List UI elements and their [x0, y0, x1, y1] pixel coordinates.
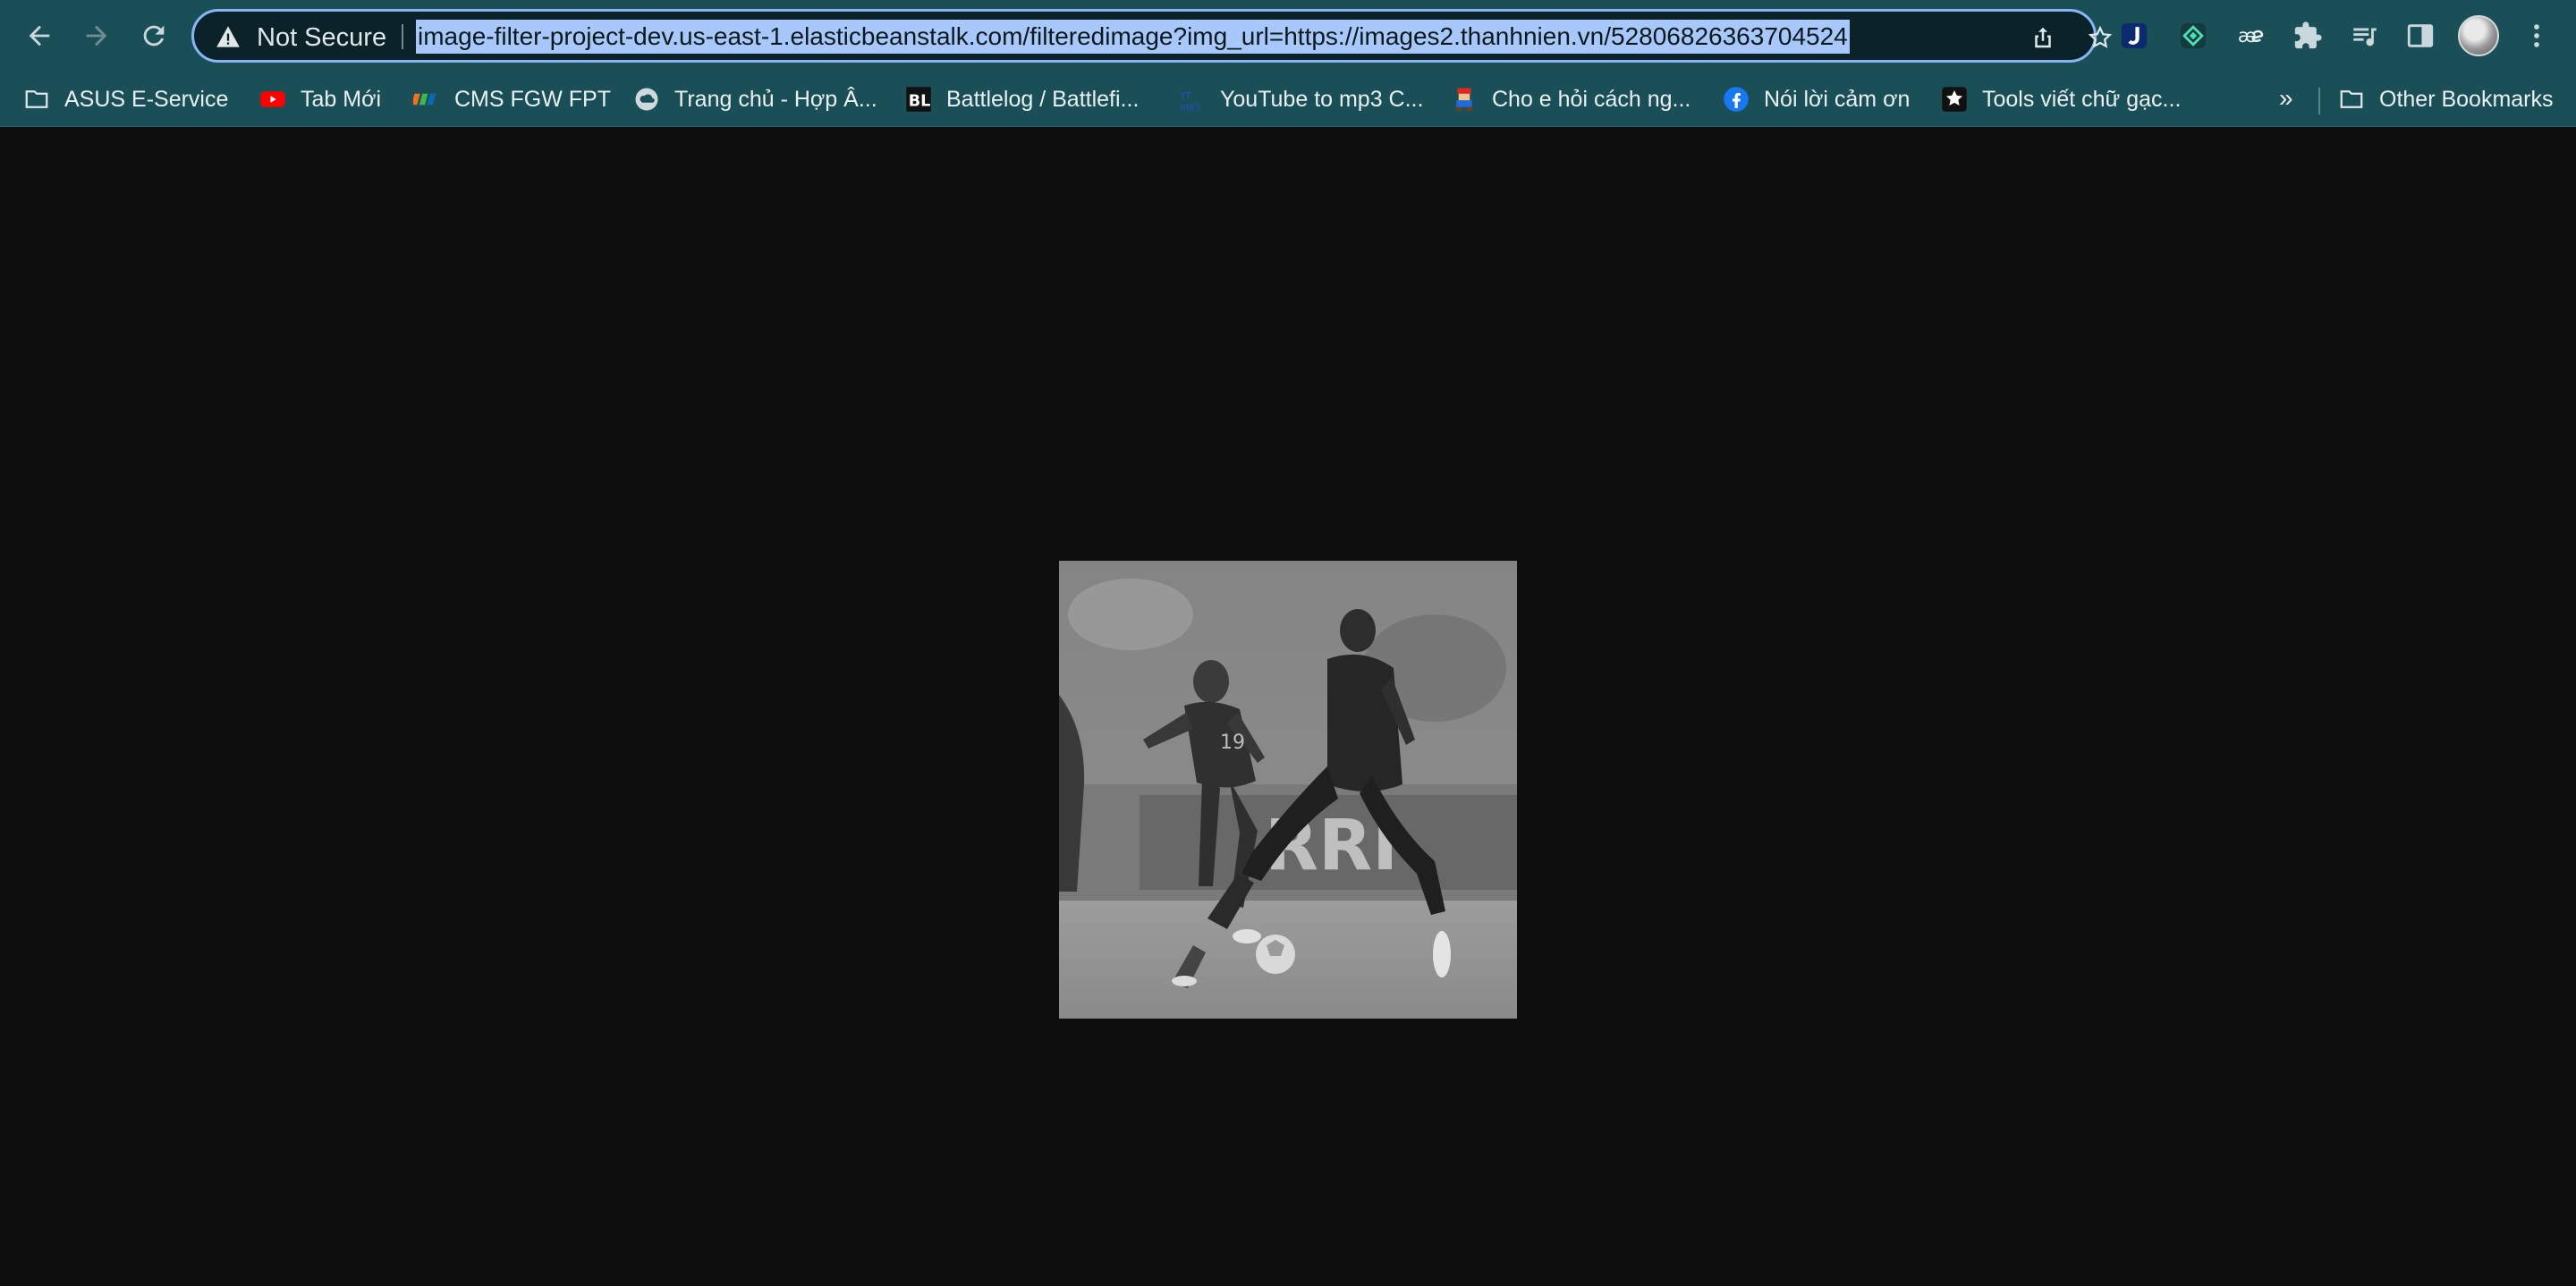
j-extension-icon: [2121, 22, 2148, 49]
svg-text:æ: æ: [2238, 25, 2257, 47]
bookmark-noi-loi-cam-on[interactable]: Nói lời cảm ơn: [1723, 80, 1910, 118]
bookmark-label: YouTube to mp3 C...: [1220, 86, 1424, 112]
bookmark-label: Other Bookmarks: [2379, 86, 2554, 112]
diamond-extension-button[interactable]: [2172, 14, 2215, 57]
bookmark-cho-e-hoi[interactable]: Cho e hỏi cách ng...: [1451, 80, 1690, 118]
browser-toolbar: Not Secure image-filter-project-dev.us-e…: [0, 0, 2576, 72]
side-panel-button[interactable]: [2399, 14, 2442, 57]
share-icon: [2035, 27, 2051, 48]
bookmark-cms-fgw-fpt[interactable]: CMS FGW FPT: [413, 80, 611, 118]
grayscale-photo-illustration: RRI 19: [1059, 561, 1517, 1019]
security-status-label[interactable]: Not Secure: [257, 21, 386, 54]
puzzle-icon: [2294, 21, 2322, 49]
ae-extension-button[interactable]: æ: [2229, 14, 2272, 57]
bookmark-label: Cho e hỏi cách ng...: [1492, 86, 1691, 112]
bookmark-trang-chu[interactable]: Trang chủ - Hợp Â...: [633, 80, 877, 118]
ae-extension-icon: æ: [2238, 25, 2264, 47]
bookmark-tab-moi[interactable]: Tab Mới: [259, 80, 381, 118]
svg-text:mp3: mp3: [1180, 102, 1199, 112]
folder-icon: [23, 86, 50, 113]
svg-text:BL: BL: [909, 93, 931, 111]
bookmarks-divider: [2318, 88, 2320, 114]
media-queue-button[interactable]: [2343, 14, 2386, 57]
bookmark-label: Tools viết chữ gạc...: [1982, 86, 2182, 112]
svg-text:19: 19: [1220, 732, 1245, 754]
cloud-icon: [633, 86, 660, 113]
j-extension-button[interactable]: [2113, 14, 2156, 57]
share-button[interactable]: [2028, 22, 2058, 53]
forward-button[interactable]: [72, 11, 122, 61]
facebook-icon: [1723, 86, 1750, 113]
address-bar[interactable]: Not Secure image-filter-project-dev.us-e…: [191, 9, 2113, 63]
bookmark-label: Battlelog / Battlefi...: [946, 86, 1140, 112]
diamond-extension-icon: [2180, 22, 2207, 49]
bookmarks-bar: ASUS E-Service Tab Mới CMS FGW FPT Trang…: [0, 72, 2576, 127]
arrow-left-icon: [29, 25, 50, 47]
bookmark-label: CMS FGW FPT: [454, 86, 611, 112]
mp3-icon: YT mp3: [1179, 86, 1206, 113]
chevron-double-right-icon[interactable]: »: [2279, 84, 2293, 113]
extensions-button[interactable]: [2286, 14, 2329, 57]
fpt-icon: [413, 86, 440, 113]
media-queue-icon: [2353, 28, 2377, 47]
star-box-icon: [1941, 86, 1968, 113]
bookmark-label: Trang chủ - Hợp Â...: [674, 86, 877, 112]
menu-button[interactable]: [2515, 14, 2558, 57]
bookmark-star-button[interactable]: [2085, 22, 2115, 53]
bookmark-label: Nói lời cảm ơn: [1764, 86, 1911, 112]
reload-button[interactable]: [129, 11, 179, 61]
youtube-icon: [259, 86, 286, 113]
warning-triangle-icon[interactable]: [216, 25, 241, 48]
bookmark-label: Tab Mới: [301, 86, 382, 112]
svg-text:YT: YT: [1179, 91, 1191, 101]
bookmark-label: ASUS E-Service: [64, 86, 229, 112]
kebab-menu-icon: [2534, 24, 2539, 47]
bookmark-asus-e-service[interactable]: ASUS E-Service: [23, 80, 228, 118]
back-button[interactable]: [14, 11, 64, 61]
side-panel-icon: [2407, 24, 2434, 47]
star-icon: [2088, 25, 2113, 48]
bookmark-tools-viet-chu[interactable]: Tools viết chữ gạc...: [1941, 80, 2181, 118]
bookmark-youtube-to-mp3[interactable]: YT mp3 YouTube to mp3 C...: [1179, 80, 1423, 118]
arrow-right-icon: [86, 25, 107, 47]
filtered-image: RRI 19: [1059, 561, 1517, 1019]
folder-icon: [2338, 86, 2365, 113]
bookmark-battlelog[interactable]: BL Battlelog / Battlefi...: [905, 80, 1139, 118]
reload-icon: [143, 25, 165, 47]
bl-icon: BL: [905, 86, 932, 113]
url-text[interactable]: image-filter-project-dev.us-east-1.elast…: [416, 20, 1850, 54]
avatar[interactable]: [2458, 15, 2499, 56]
bookmark-other-bookmarks[interactable]: Other Bookmarks: [2338, 80, 2554, 118]
omnibox-divider: [402, 24, 403, 49]
page-content: RRI 19: [0, 128, 2576, 1286]
mario-icon: [1451, 86, 1478, 113]
